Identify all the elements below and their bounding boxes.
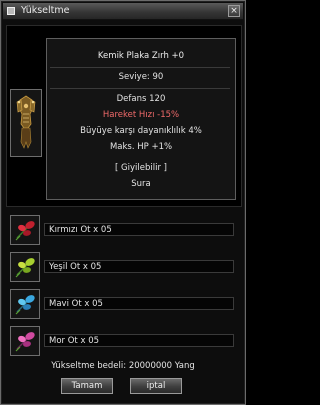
blue-herb-icon <box>15 295 35 315</box>
window-icon <box>7 7 15 15</box>
close-button[interactable]: × <box>228 5 240 17</box>
item-move-speed: Hareket Hızı -15% <box>102 110 180 120</box>
material-row: Mavi Ot x 05 <box>10 289 239 320</box>
material-row: Mor Ot x 05 <box>10 326 239 357</box>
material-label: Mor Ot x 05 <box>44 334 234 347</box>
window-title: Yükseltme <box>21 5 70 16</box>
material-slot[interactable] <box>10 252 40 282</box>
material-label: Yeşil Ot x 05 <box>44 260 234 273</box>
material-row: Kırmızı Ot x 05 <box>10 215 239 246</box>
divider <box>50 88 230 89</box>
green-herb-icon <box>15 258 35 278</box>
material-row: Yeşil Ot x 05 <box>10 252 239 283</box>
item-slot[interactable] <box>10 89 42 157</box>
purple-herb-icon <box>15 332 35 352</box>
red-herb-icon <box>15 221 35 241</box>
item-tooltip: Kemik Plaka Zırh +0 Seviye: 90 Defans 12… <box>46 38 236 200</box>
item-level: Seviye: 90 <box>118 72 164 82</box>
material-slot[interactable] <box>10 215 40 245</box>
material-label: Kırmızı Ot x 05 <box>44 223 234 236</box>
divider <box>50 67 230 68</box>
item-name: Kemik Plaka Zırh +0 <box>97 51 185 61</box>
cancel-button[interactable]: iptal <box>130 378 182 394</box>
item-max-hp: Maks. HP +1% <box>109 142 173 152</box>
material-label: Mavi Ot x 05 <box>44 297 234 310</box>
item-magic-resist: Büyüye karşı dayanıklılık 4% <box>80 126 202 136</box>
confirm-button[interactable]: Tamam <box>61 378 113 394</box>
item-class: Sura <box>131 179 151 189</box>
bone-plate-armor-icon <box>11 90 41 156</box>
upgrade-cost: Yükseltme bedeli: 20000000 Yang <box>51 361 195 371</box>
upgrade-window: Yükseltme × Kemik Plaka Zırh +0 Seviye: … <box>0 0 246 405</box>
item-wearable: [ Giyilebilir ] <box>115 163 167 173</box>
material-slot[interactable] <box>10 326 40 356</box>
material-slot[interactable] <box>10 289 40 319</box>
title-bar[interactable]: Yükseltme × <box>3 3 243 20</box>
item-defense: Defans 120 <box>116 94 166 104</box>
